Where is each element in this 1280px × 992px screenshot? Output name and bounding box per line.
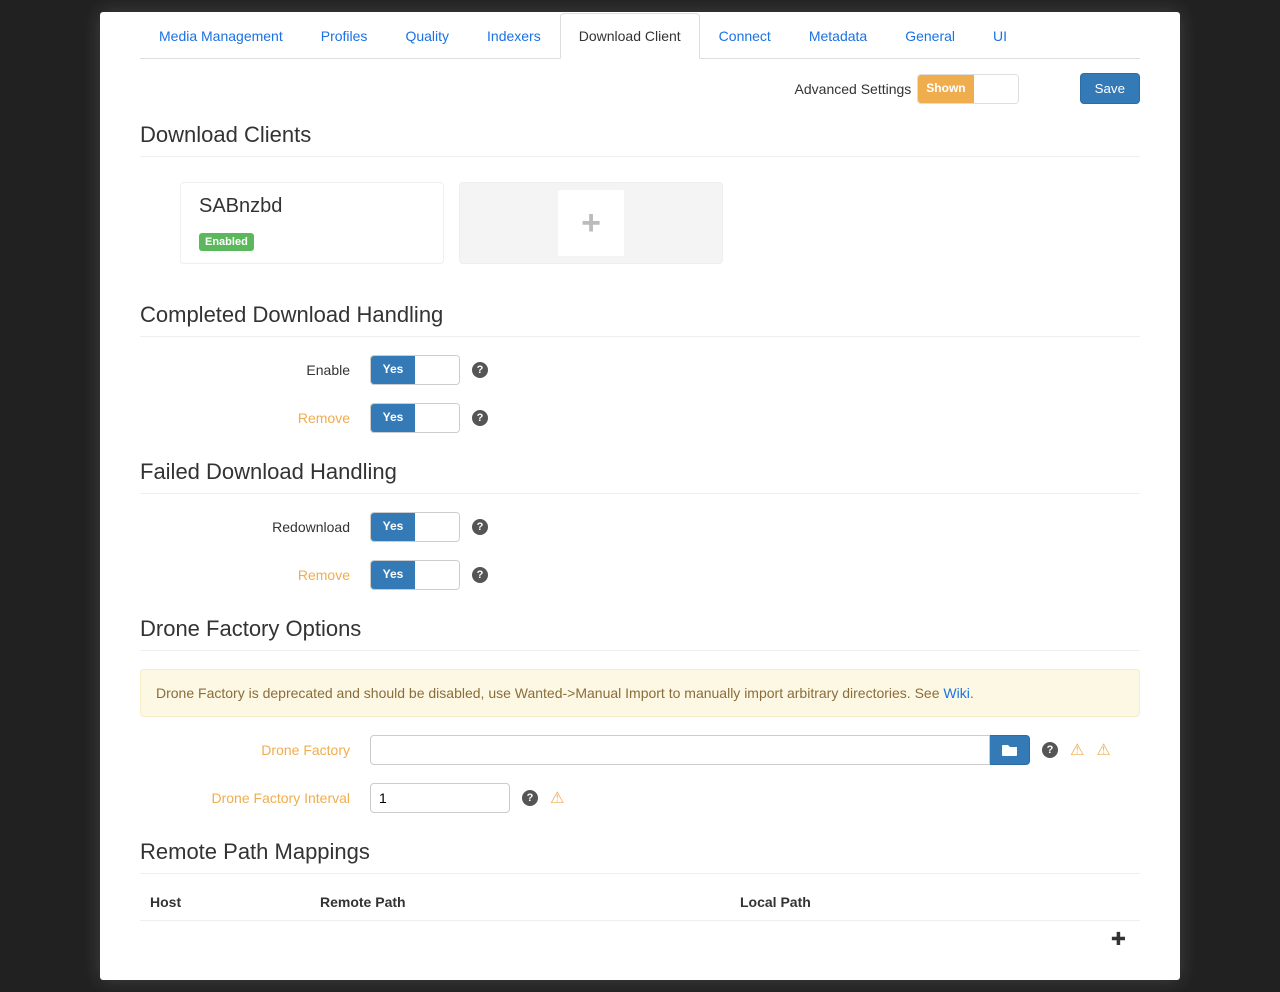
toggle-yes: Yes: [371, 513, 415, 541]
help-icon[interactable]: ?: [1042, 742, 1058, 758]
redownload-label: Redownload: [140, 519, 370, 535]
drone-path-input-group: [370, 735, 1030, 765]
tab-metadata[interactable]: Metadata: [790, 13, 886, 59]
save-button[interactable]: Save: [1080, 73, 1140, 104]
row-drone-interval: Drone Factory Interval ? ⚠: [140, 783, 1140, 813]
th-remote-path: Remote Path: [320, 894, 740, 910]
advanced-settings-label: Advanced Settings: [795, 81, 912, 97]
tabs: Media Management Profiles Quality Indexe…: [140, 12, 1140, 59]
help-icon[interactable]: ?: [472, 519, 488, 535]
tab-general[interactable]: General: [886, 13, 974, 59]
alert-period: .: [970, 685, 974, 701]
row-drone-factory: Drone Factory ? ⚠ ⚠: [140, 735, 1140, 765]
tab-download-client[interactable]: Download Client: [560, 13, 700, 59]
help-icon[interactable]: ?: [472, 410, 488, 426]
help-icon[interactable]: ?: [472, 567, 488, 583]
th-host: Host: [150, 894, 320, 910]
drone-factory-label: Drone Factory: [140, 742, 370, 758]
tab-profiles[interactable]: Profiles: [302, 13, 387, 59]
folder-icon: [1002, 743, 1018, 757]
toggle-yes: Yes: [371, 404, 415, 432]
folder-browse-button[interactable]: [990, 735, 1030, 765]
add-client-card[interactable]: +: [459, 182, 723, 264]
advanced-toggle-blank: [974, 75, 1018, 103]
remote-table-header: Host Remote Path Local Path: [140, 884, 1140, 921]
download-clients-list: SABnzbd Enabled +: [140, 157, 1140, 284]
status-badge: Enabled: [199, 233, 254, 251]
toggle-blank: [415, 561, 459, 589]
section-failed: Failed Download Handling: [140, 451, 1140, 494]
toggle-blank: [415, 356, 459, 384]
advanced-shown: Shown: [918, 75, 973, 103]
section-remote: Remote Path Mappings: [140, 831, 1140, 874]
enable-label: Enable: [140, 362, 370, 378]
row-remove-completed: Remove Yes ?: [140, 403, 1140, 433]
tab-quality[interactable]: Quality: [386, 13, 468, 59]
warning-icon: ⚠: [550, 788, 564, 808]
remove-failed-toggle[interactable]: Yes: [370, 560, 460, 590]
section-drone: Drone Factory Options: [140, 608, 1140, 651]
help-icon[interactable]: ?: [522, 790, 538, 806]
section-download-clients: Download Clients: [140, 114, 1140, 157]
toggle-blank: [415, 513, 459, 541]
add-inner: +: [558, 190, 624, 256]
toggle-yes: Yes: [371, 561, 415, 589]
warning-icon: ⚠: [1096, 740, 1110, 760]
remove-toggle[interactable]: Yes: [370, 403, 460, 433]
help-icon[interactable]: ?: [472, 362, 488, 378]
client-name: SABnzbd: [199, 195, 425, 218]
settings-window: Media Management Profiles Quality Indexe…: [100, 12, 1180, 980]
tab-indexers[interactable]: Indexers: [468, 13, 560, 59]
tab-connect[interactable]: Connect: [700, 13, 790, 59]
section-completed: Completed Download Handling: [140, 294, 1140, 337]
alert-text: Drone Factory is deprecated and should b…: [156, 685, 943, 701]
tab-ui[interactable]: UI: [974, 13, 1026, 59]
client-card-sabnzbd[interactable]: SABnzbd Enabled: [180, 182, 444, 264]
warning-icon: ⚠: [1070, 740, 1084, 760]
drone-factory-input[interactable]: [370, 735, 990, 765]
row-enable: Enable Yes ?: [140, 355, 1140, 385]
drone-deprecation-alert: Drone Factory is deprecated and should b…: [140, 669, 1140, 717]
row-remove-failed: Remove Yes ?: [140, 560, 1140, 590]
advanced-settings-toggle[interactable]: Shown: [917, 74, 1018, 104]
top-bar: Advanced Settings Shown Save: [140, 73, 1140, 104]
row-redownload: Redownload Yes ?: [140, 512, 1140, 542]
remove-failed-label: Remove: [140, 567, 370, 583]
toggle-yes: Yes: [371, 356, 415, 384]
toggle-blank: [415, 404, 459, 432]
tab-media-management[interactable]: Media Management: [140, 13, 302, 59]
drone-interval-input[interactable]: [370, 783, 510, 813]
remove-label: Remove: [140, 410, 370, 426]
drone-interval-label: Drone Factory Interval: [140, 790, 370, 806]
th-local-path: Local Path: [740, 894, 1130, 910]
add-mapping-button[interactable]: ✚: [140, 921, 1140, 950]
wiki-link[interactable]: Wiki: [943, 685, 969, 701]
redownload-toggle[interactable]: Yes: [370, 512, 460, 542]
enable-toggle[interactable]: Yes: [370, 355, 460, 385]
plus-icon: +: [581, 204, 601, 243]
